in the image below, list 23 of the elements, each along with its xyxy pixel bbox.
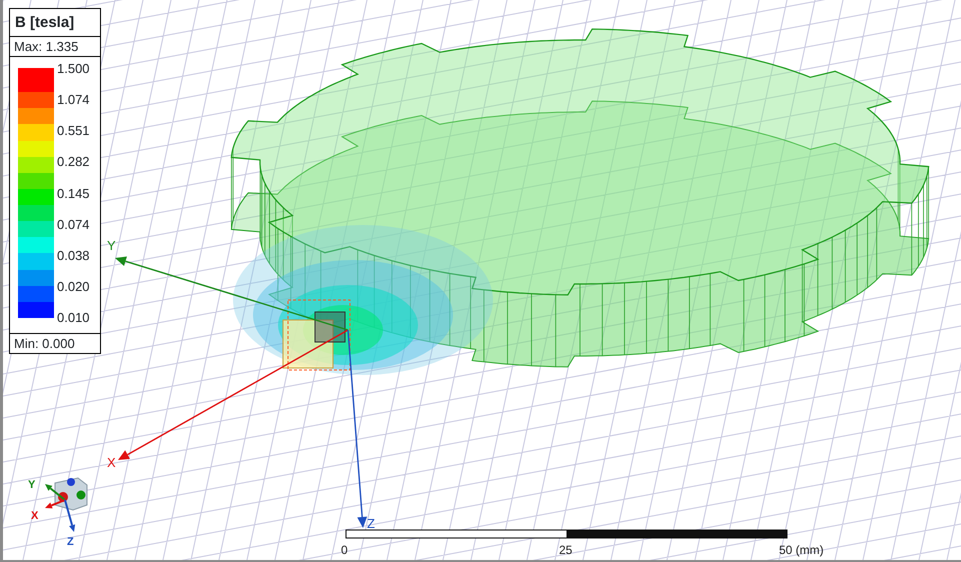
triad-label: Y <box>28 479 36 491</box>
triad-label: X <box>31 510 38 522</box>
legend-value: 0.020 <box>57 280 90 293</box>
triad-label: Z <box>67 536 74 548</box>
axis-label: Y <box>107 238 116 253</box>
orientation-cube-icon[interactable] <box>54 477 88 511</box>
axis-label: X <box>107 455 116 470</box>
legend-value: 0.145 <box>57 186 90 200</box>
scale-label: 25 <box>559 543 572 557</box>
scale-label: 0 <box>341 543 348 557</box>
legend-value: 0.010 <box>57 311 90 324</box>
legend-value: 0.551 <box>57 124 90 138</box>
legend-value: 0.074 <box>57 218 90 231</box>
legend-value: 0.282 <box>57 155 90 168</box>
legend-value: 1.500 <box>57 62 90 75</box>
legend-title: B [tesla] <box>10 9 100 37</box>
legend-value: 0.038 <box>57 248 90 262</box>
axis-label: Z <box>367 516 375 531</box>
scale-label: 50 (mm) <box>779 543 824 557</box>
legend-min: Min: 0.000 <box>10 333 100 353</box>
coil-drawing <box>282 300 350 370</box>
legend-value: 1.074 <box>57 93 90 106</box>
legend-max: Max: 1.335 <box>10 37 100 57</box>
